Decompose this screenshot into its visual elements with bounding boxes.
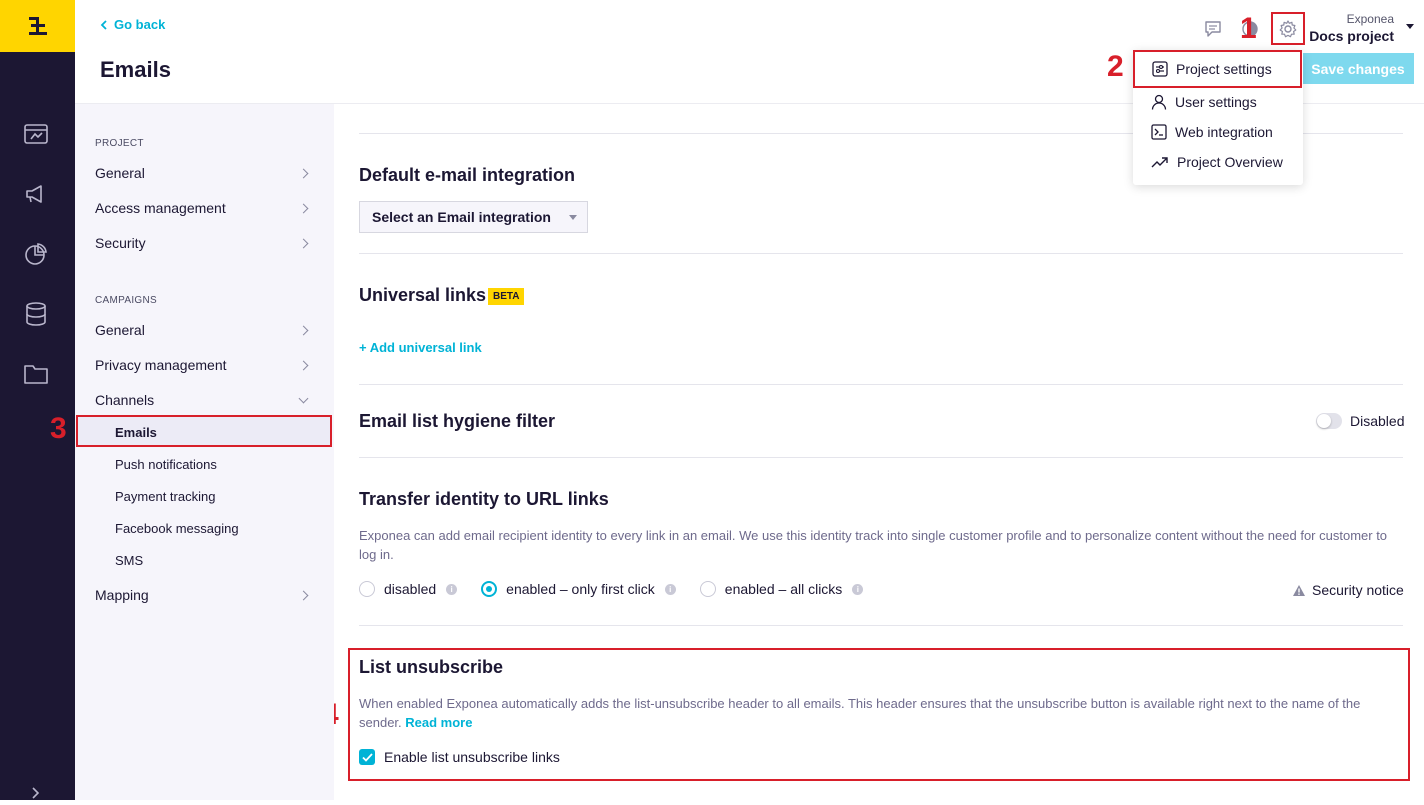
folder-icon[interactable] — [22, 360, 50, 388]
user-icon — [1151, 94, 1167, 110]
sidebar-item-label: Channels — [95, 392, 155, 408]
menu-item-label: User settings — [1175, 94, 1257, 110]
menu-item-project-settings[interactable]: Project settings — [1133, 50, 1302, 88]
megaphone-icon[interactable] — [22, 180, 50, 208]
hygiene-filter-title: Email list hygiene filter — [359, 411, 556, 431]
section-divider — [359, 384, 1403, 385]
database-icon[interactable] — [22, 300, 50, 328]
select-value: Select an Email integration — [372, 209, 551, 225]
app-rail — [0, 0, 75, 800]
sidebar-item-push-notifications[interactable]: Push notifications — [115, 457, 217, 472]
project-name: Docs project — [1309, 28, 1394, 44]
menu-item-label: Web integration — [1175, 124, 1273, 140]
sidebar-item-label: Security — [95, 235, 146, 251]
page-title: Emails — [100, 57, 171, 82]
sidebar-item-access-management[interactable]: Access management — [95, 196, 315, 220]
info-icon[interactable]: i — [446, 583, 458, 595]
org-name: Exponea — [1346, 12, 1394, 26]
chevron-right-icon — [298, 203, 309, 213]
transfer-identity-description: Exponea can add email recipient identity… — [359, 528, 1388, 562]
pie-chart-icon[interactable] — [22, 240, 50, 268]
warning-icon — [1293, 584, 1305, 596]
sidebar-item-sms[interactable]: SMS — [115, 553, 143, 568]
chevron-left-icon — [100, 19, 107, 30]
radio-label: disabled — [384, 581, 437, 597]
section-label-campaigns: CAMPAIGNS — [95, 295, 157, 306]
transfer-identity-title: Transfer identity to URL links — [359, 489, 609, 509]
radio-label: enabled – all clicks — [724, 581, 843, 597]
settings-dropdown: Project settings User settings Web integ… — [1133, 50, 1303, 185]
toggle-knob — [1317, 414, 1331, 428]
annotation-1: 1 — [1240, 12, 1257, 45]
default-integration-title: Default e-mail integration — [359, 165, 576, 185]
hygiene-filter-toggle[interactable] — [1316, 413, 1342, 429]
list-unsubscribe-highlight — [348, 648, 1410, 781]
sidebar-item-mapping[interactable]: Mapping — [95, 583, 315, 607]
settings-button[interactable] — [1271, 12, 1305, 45]
expand-rail-icon[interactable] — [28, 784, 46, 800]
annotation-2: 2 — [1107, 50, 1124, 83]
sidebar-item-label: Access management — [95, 200, 226, 216]
chevron-right-icon — [298, 325, 309, 335]
exponea-logo[interactable] — [0, 0, 75, 52]
radio-all-clicks[interactable] — [699, 581, 716, 597]
menu-item-label: Project settings — [1176, 61, 1272, 77]
sidebar-item-emails-label[interactable]: Emails — [115, 425, 157, 440]
section-divider — [359, 253, 1403, 254]
gear-icon — [1279, 19, 1297, 37]
info-icon[interactable]: i — [852, 583, 864, 595]
dashboard-icon[interactable] — [22, 120, 50, 148]
save-button[interactable]: Save changes — [1302, 53, 1414, 84]
caret-down-icon[interactable] — [1406, 24, 1414, 29]
go-back-label: Go back — [114, 17, 166, 32]
sidebar-item-label: General — [95, 322, 145, 338]
chevron-down-icon — [569, 214, 577, 220]
trend-icon — [1151, 157, 1168, 168]
logo-icon — [28, 17, 47, 35]
info-icon[interactable]: i — [664, 583, 676, 595]
sidebar-item-security[interactable]: Security — [95, 231, 315, 255]
go-back-link[interactable]: Go back — [100, 17, 165, 32]
chevron-down-icon — [298, 393, 309, 403]
sidebar-item-label: General — [95, 165, 145, 181]
settings-sidebar: PROJECT General Access management Securi… — [75, 104, 334, 800]
security-notice-label: Security notice — [1312, 582, 1404, 598]
sidebar-item-label: Mapping — [95, 587, 149, 603]
chevron-right-icon — [298, 360, 309, 370]
sidebar-item-privacy-management[interactable]: Privacy management — [95, 353, 315, 377]
project-switcher[interactable]: Exponea Docs project — [1309, 12, 1394, 44]
transfer-identity-options: disabled i enabled – only first click i … — [359, 580, 864, 598]
security-notice[interactable]: Security notice — [1292, 582, 1404, 598]
radio-label: enabled – only first click — [506, 581, 655, 597]
chevron-right-icon — [298, 168, 309, 178]
radio-first-click[interactable] — [481, 581, 498, 597]
section-label-project: PROJECT — [95, 138, 144, 149]
sliders-icon — [1152, 61, 1168, 77]
email-integration-select[interactable]: Select an Email integration — [359, 201, 588, 233]
sidebar-item-label: Privacy management — [95, 357, 227, 373]
menu-item-user-settings[interactable]: User settings — [1133, 87, 1303, 117]
radio-disabled[interactable] — [359, 581, 375, 597]
sidebar-item-channels[interactable]: Channels — [95, 388, 315, 412]
menu-item-label: Project Overview — [1177, 154, 1283, 170]
chevron-right-icon — [298, 238, 309, 248]
section-divider — [359, 457, 1403, 458]
beta-badge: BETA — [488, 288, 525, 305]
menu-item-project-overview[interactable]: Project Overview — [1133, 147, 1303, 177]
add-universal-link[interactable]: + Add universal link — [359, 340, 482, 355]
menu-item-web-integration[interactable]: Web integration — [1133, 117, 1303, 147]
universal-links-title: Universal links — [359, 285, 487, 305]
chevron-right-icon — [298, 590, 309, 600]
hygiene-filter-status: Disabled — [1350, 413, 1405, 429]
sidebar-item-campaigns-general[interactable]: General — [95, 318, 315, 342]
sidebar-item-project-general[interactable]: General — [95, 161, 315, 185]
terminal-icon — [1151, 124, 1167, 140]
chat-icon[interactable] — [1202, 18, 1224, 40]
sidebar-item-payment-tracking[interactable]: Payment tracking — [115, 489, 215, 504]
section-divider — [359, 625, 1403, 626]
sidebar-item-facebook-messaging[interactable]: Facebook messaging — [115, 521, 239, 536]
annotation-3: 3 — [50, 412, 67, 445]
